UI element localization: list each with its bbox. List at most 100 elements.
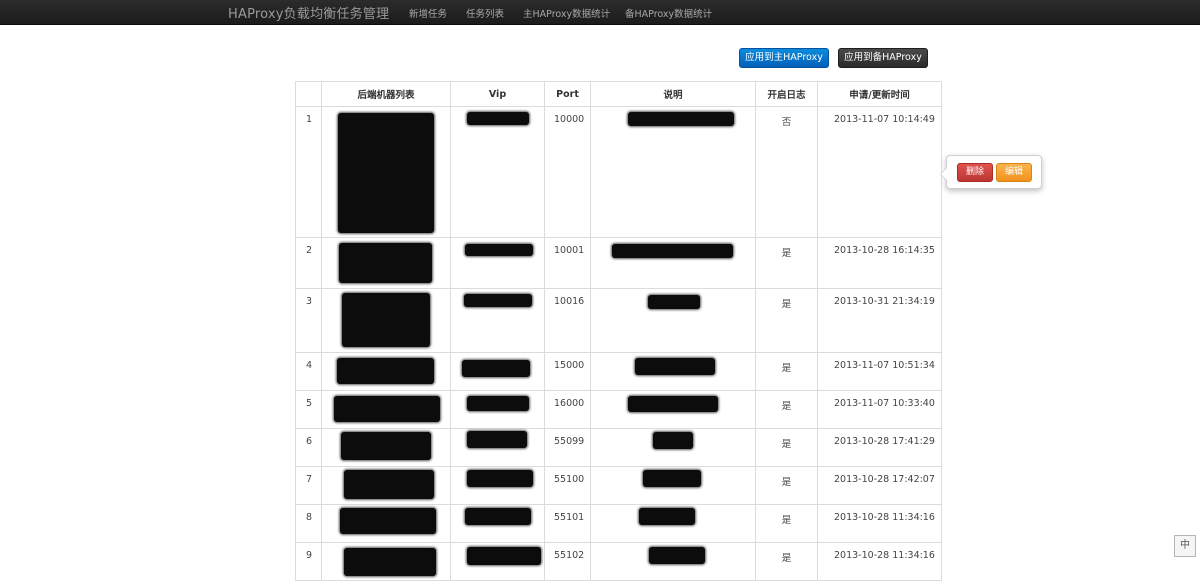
app-brand[interactable]: HAProxy负载均衡任务管理 xyxy=(228,3,389,22)
time-cell: 2013-10-28 17:41:29 xyxy=(817,428,942,467)
description-cell xyxy=(590,428,756,467)
port-cell: 55099 xyxy=(544,428,591,467)
port-cell: 10016 xyxy=(544,288,591,353)
header-time: 申请/更新时间 xyxy=(817,81,942,107)
table-row[interactable]: 9 55102 是 2013-10-28 11:34:16 xyxy=(295,542,942,581)
redacted-block xyxy=(467,112,529,125)
description-cell xyxy=(590,504,756,543)
backend-list-cell xyxy=(321,428,451,467)
time-cell: 2013-10-28 17:42:07 xyxy=(817,466,942,505)
log-enabled-cell: 是 xyxy=(755,390,818,429)
time-cell: 2013-10-28 11:34:16 xyxy=(817,504,942,543)
time-cell: 2013-11-07 10:51:34 xyxy=(817,352,942,391)
backend-list-cell xyxy=(321,504,451,543)
nav-link-backup-stats[interactable]: 备HAProxy数据统计 xyxy=(625,6,712,20)
row-index: 5 xyxy=(295,390,322,429)
vip-cell xyxy=(450,288,545,353)
redacted-block xyxy=(628,396,718,412)
table-row[interactable]: 2 10001 是 2013-10-28 16:14:35 xyxy=(295,237,942,289)
redacted-block xyxy=(612,244,733,258)
redacted-block xyxy=(648,295,700,309)
port-cell: 16000 xyxy=(544,390,591,429)
task-table: 后端机器列表 Vip Port 说明 开启日志 申请/更新时间 1 10000 … xyxy=(295,81,942,581)
row-index: 2 xyxy=(295,237,322,289)
description-cell xyxy=(590,237,756,289)
backend-list-cell xyxy=(321,237,451,289)
apply-main-haproxy-button[interactable]: 应用到主HAProxy xyxy=(739,48,829,68)
header-log-enabled: 开启日志 xyxy=(755,81,818,107)
redacted-block xyxy=(653,432,693,449)
redacted-block xyxy=(462,360,530,377)
redacted-block xyxy=(467,431,527,448)
redacted-block xyxy=(338,113,434,233)
time-cell: 2013-10-31 21:34:19 xyxy=(817,288,942,353)
vip-cell xyxy=(450,428,545,467)
log-enabled-cell: 是 xyxy=(755,288,818,353)
table-row[interactable]: 6 55099 是 2013-10-28 17:41:29 xyxy=(295,428,942,467)
backend-list-cell xyxy=(321,542,451,581)
redacted-block xyxy=(334,396,440,422)
vip-cell xyxy=(450,542,545,581)
backend-list-cell xyxy=(321,288,451,353)
table-row[interactable]: 5 16000 是 2013-11-07 10:33:40 xyxy=(295,390,942,429)
description-cell xyxy=(590,106,756,238)
header-vip: Vip xyxy=(450,81,545,107)
log-enabled-cell: 是 xyxy=(755,428,818,467)
backend-list-cell xyxy=(321,466,451,505)
table-row[interactable]: 4 15000 是 2013-11-07 10:51:34 xyxy=(295,352,942,391)
popover-arrow-inner xyxy=(941,168,947,180)
time-cell: 2013-10-28 11:34:16 xyxy=(817,542,942,581)
port-cell: 55101 xyxy=(544,504,591,543)
redacted-block xyxy=(649,547,705,564)
row-index: 4 xyxy=(295,352,322,391)
redacted-block xyxy=(465,508,531,525)
description-cell xyxy=(590,542,756,581)
table-row[interactable]: 3 10016 是 2013-10-31 21:34:19 xyxy=(295,288,942,353)
header-description: 说明 xyxy=(590,81,756,107)
nav-link-main-stats[interactable]: 主HAProxy数据统计 xyxy=(523,6,610,20)
table-row[interactable]: 7 55100 是 2013-10-28 17:42:07 xyxy=(295,466,942,505)
redacted-block xyxy=(628,112,734,126)
backend-list-cell xyxy=(321,352,451,391)
ime-indicator[interactable]: 中 xyxy=(1174,535,1196,557)
description-cell xyxy=(590,352,756,391)
redacted-block xyxy=(467,396,529,411)
description-cell xyxy=(590,288,756,353)
vip-cell xyxy=(450,466,545,505)
vip-cell xyxy=(450,390,545,429)
redacted-block xyxy=(344,548,436,576)
backend-list-cell xyxy=(321,106,451,238)
nav-link-task-list[interactable]: 任务列表 xyxy=(466,6,504,20)
vip-cell xyxy=(450,352,545,391)
row-index: 8 xyxy=(295,504,322,543)
redacted-block xyxy=(643,470,701,487)
port-cell: 55102 xyxy=(544,542,591,581)
table-row[interactable]: 1 10000 否 2013-11-07 10:14:49 xyxy=(295,106,942,238)
row-index: 1 xyxy=(295,106,322,238)
row-index: 9 xyxy=(295,542,322,581)
delete-button[interactable]: 删除 xyxy=(957,163,993,182)
row-index: 7 xyxy=(295,466,322,505)
redacted-block xyxy=(465,244,533,256)
time-cell: 2013-11-07 10:33:40 xyxy=(817,390,942,429)
redacted-block xyxy=(639,508,695,525)
log-enabled-cell: 是 xyxy=(755,542,818,581)
top-navbar: HAProxy负载均衡任务管理 新增任务 任务列表 主HAProxy数据统计 备… xyxy=(0,0,1200,25)
table-row[interactable]: 8 55101 是 2013-10-28 11:34:16 xyxy=(295,504,942,543)
time-cell: 2013-11-07 10:14:49 xyxy=(817,106,942,238)
port-cell: 15000 xyxy=(544,352,591,391)
redacted-block xyxy=(337,358,434,384)
log-enabled-cell: 是 xyxy=(755,352,818,391)
port-cell: 10000 xyxy=(544,106,591,238)
header-index xyxy=(295,81,322,107)
time-cell: 2013-10-28 16:14:35 xyxy=(817,237,942,289)
table-header-row: 后端机器列表 Vip Port 说明 开启日志 申请/更新时间 xyxy=(295,81,942,107)
log-enabled-cell: 是 xyxy=(755,237,818,289)
nav-link-new-task[interactable]: 新增任务 xyxy=(409,6,447,20)
edit-button[interactable]: 编辑 xyxy=(996,163,1032,182)
vip-cell xyxy=(450,237,545,289)
redacted-block xyxy=(339,243,432,283)
apply-backup-haproxy-button[interactable]: 应用到备HAProxy xyxy=(838,48,928,68)
row-index: 6 xyxy=(295,428,322,467)
redacted-block xyxy=(342,293,430,347)
